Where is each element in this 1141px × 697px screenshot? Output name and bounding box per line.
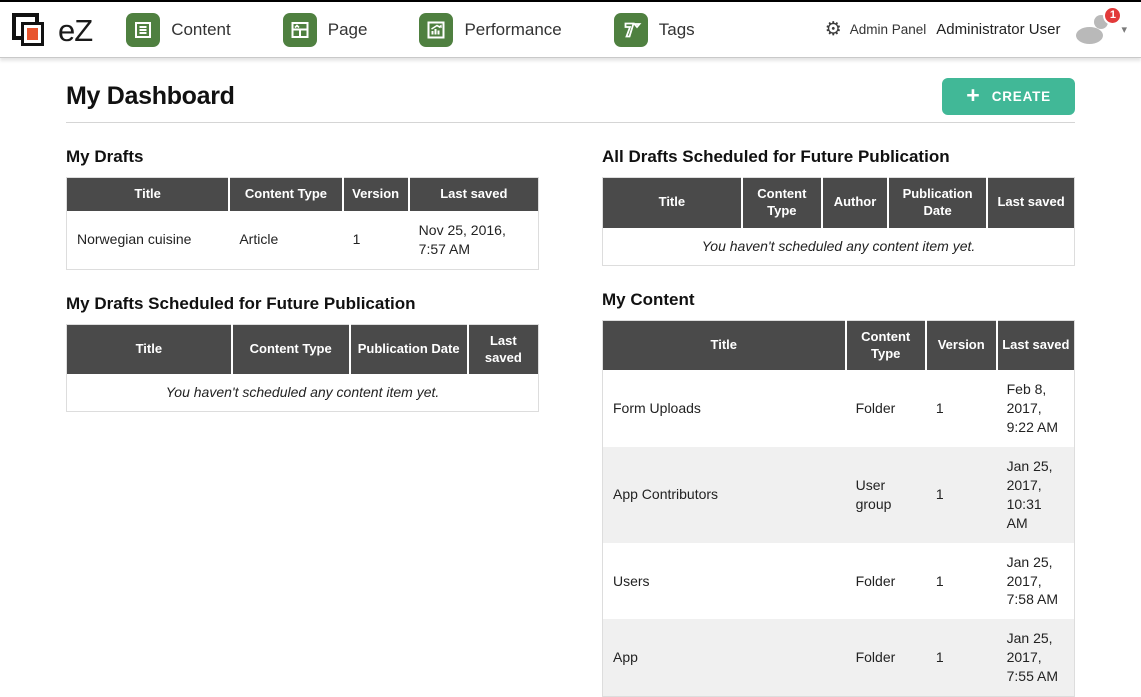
column-header: Title — [67, 324, 232, 374]
table-cell: Jan 25, 2017, 10:31 AM — [997, 447, 1075, 543]
nav-item-content[interactable]: Content — [126, 13, 231, 47]
column-header: Last saved — [997, 320, 1075, 370]
column-header: Title — [603, 178, 742, 228]
section-title: All Drafts Scheduled for Future Publicat… — [602, 147, 1075, 167]
table-cell: Feb 8, 2017, 9:22 AM — [997, 370, 1075, 447]
table-cell: Nov 25, 2016, 7:57 AM — [409, 211, 539, 269]
table-header-row: TitleContent TypePublication DateLast sa… — [67, 324, 539, 374]
empty-row: You haven't scheduled any content item y… — [603, 228, 1075, 265]
content-list-icon — [126, 13, 160, 47]
column-header: Author — [822, 178, 888, 228]
column-header: Last saved — [468, 324, 539, 374]
ez-logo-icon — [10, 10, 52, 52]
column-header: Content Type — [229, 178, 342, 211]
column-header: Publication Date — [350, 324, 468, 374]
table-header-row: TitleContent TypeVersionLast saved — [67, 178, 539, 211]
table-cell: Folder — [846, 619, 926, 696]
table-cell: Article — [229, 211, 342, 269]
all-drafts-scheduled-table: TitleContent TypeAuthorPublication DateL… — [602, 177, 1075, 266]
ez-logo-text: eZ — [58, 13, 92, 49]
column-header: Last saved — [987, 178, 1074, 228]
column-header: Version — [343, 178, 409, 211]
dashboard-grid: My Drafts TitleContent TypeVersionLast s… — [66, 123, 1075, 697]
column-header: Title — [67, 178, 230, 211]
ez-logo[interactable]: eZ — [10, 10, 92, 52]
table-cell: 1 — [926, 447, 997, 543]
table-cell: 1 — [926, 619, 997, 696]
right-column: All Drafts Scheduled for Future Publicat… — [602, 123, 1075, 697]
table-header-row: TitleContent TypeAuthorPublication DateL… — [603, 178, 1075, 228]
page-title: My Dashboard — [66, 82, 235, 111]
empty-message: You haven't scheduled any content item y… — [603, 228, 1075, 265]
column-header: Title — [603, 320, 846, 370]
table-cell: Folder — [846, 370, 926, 447]
dashboard-content: My Dashboard + CREATE My Drafts TitleCon… — [0, 78, 1141, 697]
my-content-table: TitleContent TypeVersionLast savedForm U… — [602, 320, 1075, 697]
my-drafts-scheduled-section: My Drafts Scheduled for Future Publicati… — [66, 294, 539, 413]
tag-icon — [614, 13, 648, 47]
nav-item-label: Page — [328, 20, 368, 40]
table-cell: Folder — [846, 543, 926, 620]
plus-icon: + — [966, 84, 979, 107]
table-row[interactable]: UsersFolder1Jan 25, 2017, 7:58 AM — [603, 543, 1075, 620]
column-header: Content Type — [232, 324, 350, 374]
table-cell: 1 — [926, 543, 997, 620]
performance-chart-icon — [419, 13, 453, 47]
all-drafts-scheduled-section: All Drafts Scheduled for Future Publicat… — [602, 147, 1075, 266]
table-row[interactable]: Norwegian cuisineArticle1Nov 25, 2016, 7… — [67, 211, 539, 269]
user-name: Administrator User — [936, 21, 1060, 38]
admin-panel-label: Admin Panel — [850, 22, 927, 37]
chevron-down-icon[interactable]: ▾ — [1121, 23, 1127, 36]
admin-panel-button[interactable]: ⚙ Admin Panel — [825, 20, 927, 39]
column-header: Version — [926, 320, 997, 370]
top-navigation-bar: eZ Content Pag — [0, 0, 1141, 58]
table-row[interactable]: App ContributorsUser group1Jan 25, 2017,… — [603, 447, 1075, 543]
page-header: My Dashboard + CREATE — [66, 78, 1075, 123]
section-title: My Content — [602, 290, 1075, 310]
table-cell: App — [603, 619, 846, 696]
nav-item-tags[interactable]: Tags — [614, 13, 695, 47]
empty-row: You haven't scheduled any content item y… — [67, 374, 539, 411]
my-content-section: My Content TitleContent TypeVersionLast … — [602, 290, 1075, 697]
table-row[interactable]: Form UploadsFolder1Feb 8, 2017, 9:22 AM — [603, 370, 1075, 447]
section-title: My Drafts — [66, 147, 539, 167]
column-header: Content Type — [742, 178, 822, 228]
column-header: Publication Date — [888, 178, 987, 228]
column-header: Content Type — [846, 320, 926, 370]
nav-item-label: Performance — [464, 20, 561, 40]
table-cell: User group — [846, 447, 926, 543]
table-cell: Users — [603, 543, 846, 620]
nav-item-label: Tags — [659, 20, 695, 40]
table-cell: 1 — [926, 370, 997, 447]
notification-badge[interactable]: 1 — [1103, 6, 1122, 25]
table-header-row: TitleContent TypeVersionLast saved — [603, 320, 1075, 370]
column-header: Last saved — [409, 178, 539, 211]
empty-message: You haven't scheduled any content item y… — [67, 374, 539, 411]
my-drafts-section: My Drafts TitleContent TypeVersionLast s… — [66, 147, 539, 270]
user-menu[interactable]: Administrator User 1 ▾ — [936, 14, 1127, 46]
table-cell: Jan 25, 2017, 7:58 AM — [997, 543, 1075, 620]
main-navigation: Content Page — [126, 13, 747, 47]
table-cell: Form Uploads — [603, 370, 846, 447]
my-drafts-scheduled-table: TitleContent TypePublication DateLast sa… — [66, 324, 539, 413]
create-button-label: CREATE — [992, 89, 1051, 104]
table-row[interactable]: AppFolder1Jan 25, 2017, 7:55 AM — [603, 619, 1075, 696]
section-title: My Drafts Scheduled for Future Publicati… — [66, 294, 539, 314]
gear-icon: ⚙ — [825, 20, 842, 39]
create-button[interactable]: + CREATE — [942, 78, 1075, 115]
left-column: My Drafts TitleContent TypeVersionLast s… — [66, 123, 539, 412]
table-cell: Norwegian cuisine — [67, 211, 230, 269]
table-cell: App Contributors — [603, 447, 846, 543]
nav-item-performance[interactable]: Performance — [419, 13, 561, 47]
user-avatar-icon[interactable]: 1 — [1074, 14, 1114, 46]
nav-item-page[interactable]: Page — [283, 13, 368, 47]
page-layout-icon — [283, 13, 317, 47]
table-cell: Jan 25, 2017, 7:55 AM — [997, 619, 1075, 696]
nav-item-label: Content — [171, 20, 231, 40]
table-cell: 1 — [343, 211, 409, 269]
my-drafts-table: TitleContent TypeVersionLast savedNorweg… — [66, 177, 539, 270]
